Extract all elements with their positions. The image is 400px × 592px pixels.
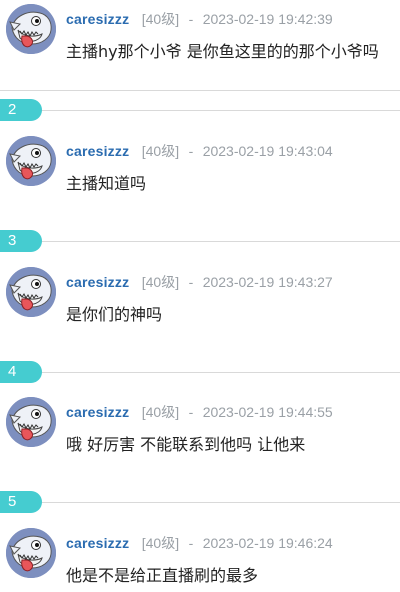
floor-badge: 5	[0, 491, 42, 513]
shark-avatar-icon	[6, 136, 56, 186]
meta-separator: -	[188, 274, 194, 290]
floor-separator: 5	[0, 491, 400, 513]
comment-timestamp: 2023-02-19 19:42:39	[202, 11, 333, 27]
comment-item: caresizzz [40级] - 2023-02-19 19:44:55 哦 …	[0, 393, 400, 485]
comment-timestamp: 2023-02-19 19:43:27	[202, 274, 333, 290]
comment-text: 哦 好厉害 不能联系到他吗 让他来	[66, 435, 306, 454]
user-level: [40级]	[141, 274, 180, 290]
username-link[interactable]: caresizzz	[66, 143, 129, 159]
divider	[0, 502, 400, 503]
username-link[interactable]: caresizzz	[66, 535, 129, 551]
user-avatar[interactable]	[6, 4, 56, 54]
comment-timestamp: 2023-02-19 19:44:55	[202, 404, 333, 420]
shark-avatar-icon	[6, 267, 56, 317]
comment-meta: caresizzz [40级] - 2023-02-19 19:42:39	[66, 10, 333, 29]
user-level: [40级]	[141, 535, 180, 551]
shark-avatar-icon	[6, 528, 56, 578]
user-avatar[interactable]	[6, 267, 56, 317]
floor-badge: 3	[0, 230, 42, 252]
divider	[0, 90, 400, 91]
comment-text: 他是不是给正直播刷的最多	[66, 566, 259, 585]
comment-text: 主播知道吗	[66, 174, 147, 193]
floor-badge: 2	[0, 99, 42, 121]
meta-separator: -	[188, 535, 194, 551]
shark-avatar-icon	[6, 4, 56, 54]
comment-meta: caresizzz [40级] - 2023-02-19 19:44:55	[66, 403, 333, 422]
user-level: [40级]	[141, 404, 180, 420]
comment-meta: caresizzz [40级] - 2023-02-19 19:46:24	[66, 534, 333, 553]
comment-meta: caresizzz [40级] - 2023-02-19 19:43:27	[66, 273, 333, 292]
user-level: [40级]	[141, 143, 180, 159]
comment-meta: caresizzz [40级] - 2023-02-19 19:43:04	[66, 142, 333, 161]
user-avatar[interactable]	[6, 136, 56, 186]
floor-separator: 2	[0, 99, 400, 121]
user-avatar[interactable]	[6, 528, 56, 578]
divider	[0, 241, 400, 242]
user-avatar[interactable]	[6, 397, 56, 447]
comment-text: 主播hy那个小爷 是你鱼这里的的那个小爷吗	[66, 42, 379, 61]
meta-separator: -	[188, 11, 194, 27]
user-level: [40级]	[141, 11, 180, 27]
divider	[0, 110, 400, 111]
comment-text: 是你们的神吗	[66, 305, 163, 324]
comment-item: caresizzz [40级] - 2023-02-19 19:42:39 主播…	[0, 0, 400, 92]
meta-separator: -	[188, 404, 194, 420]
comment-timestamp: 2023-02-19 19:43:04	[202, 143, 333, 159]
comment-list: caresizzz [40级] - 2023-02-19 19:42:39 主播…	[0, 0, 400, 592]
comment-item: caresizzz [40级] - 2023-02-19 19:43:27 是你…	[0, 263, 400, 355]
floor-separator: 3	[0, 230, 400, 252]
username-link[interactable]: caresizzz	[66, 404, 129, 420]
comment-timestamp: 2023-02-19 19:46:24	[202, 535, 333, 551]
shark-avatar-icon	[6, 397, 56, 447]
floor-badge: 4	[0, 361, 42, 383]
meta-separator: -	[188, 143, 194, 159]
floor-separator: 4	[0, 361, 400, 383]
divider	[0, 372, 400, 373]
username-link[interactable]: caresizzz	[66, 274, 129, 290]
username-link[interactable]: caresizzz	[66, 11, 129, 27]
comment-item: caresizzz [40级] - 2023-02-19 19:46:24 他是…	[0, 524, 400, 592]
comment-item: caresizzz [40级] - 2023-02-19 19:43:04 主播…	[0, 132, 400, 224]
